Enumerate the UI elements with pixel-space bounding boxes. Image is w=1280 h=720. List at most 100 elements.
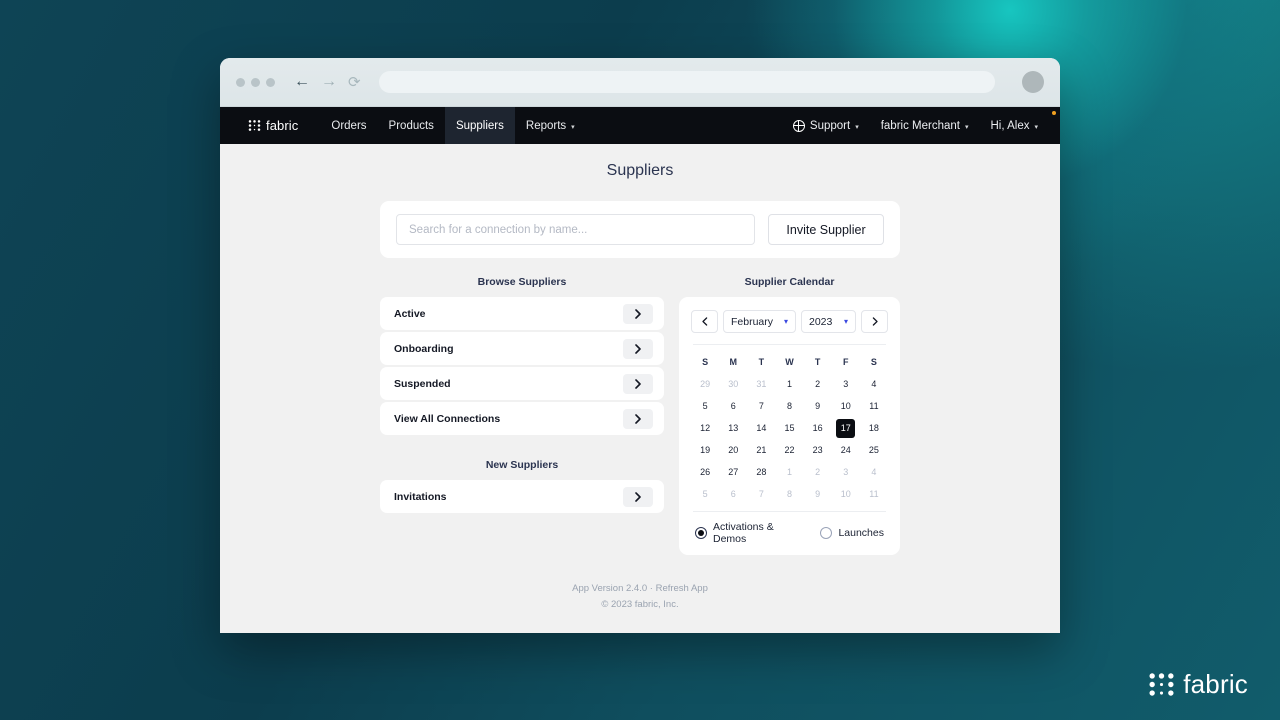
- calendar-day[interactable]: 11: [860, 395, 888, 417]
- page-body: Suppliers Invite Supplier Browse Supplie…: [220, 144, 1060, 633]
- calendar-day[interactable]: 5: [691, 483, 719, 505]
- chevron-right-icon: [634, 378, 641, 389]
- minimize-window-icon[interactable]: [251, 77, 260, 87]
- calendar-day[interactable]: 5: [691, 395, 719, 417]
- close-window-icon[interactable]: [236, 77, 245, 87]
- search-input[interactable]: [396, 214, 755, 245]
- calendar-day[interactable]: 23: [804, 439, 832, 461]
- list-item-label: Active: [394, 307, 426, 320]
- calendar-day[interactable]: 2: [804, 461, 832, 483]
- notification-dot: [1052, 111, 1056, 115]
- arrow-right-icon[interactable]: →: [321, 74, 337, 90]
- calendar-dow-header: T: [758, 357, 765, 367]
- calendar-day[interactable]: 11: [860, 483, 888, 505]
- calendar-day[interactable]: 12: [691, 417, 719, 439]
- refresh-app-link[interactable]: Refresh App: [656, 583, 708, 594]
- nav-item-orders[interactable]: Orders: [320, 107, 377, 144]
- footer-copyright: © 2023 fabric, Inc.: [601, 599, 679, 610]
- nav-item-label: Orders: [331, 119, 367, 132]
- browse-item-onboarding[interactable]: Onboarding: [380, 332, 664, 365]
- calendar-day[interactable]: 2: [804, 373, 832, 395]
- calendar-day[interactable]: 9: [804, 395, 832, 417]
- calendar-day[interactable]: 27: [719, 461, 747, 483]
- calendar-day[interactable]: 1: [775, 461, 803, 483]
- calendar-column: Supplier Calendar February ▾ 2023 ▾ S M …: [679, 276, 900, 555]
- nav-merchant-menu[interactable]: fabric Merchant ▾: [881, 120, 969, 132]
- calendar-day[interactable]: 31: [747, 373, 775, 395]
- calendar-day[interactable]: 7: [747, 483, 775, 505]
- chevron-down-icon: ▾: [1034, 123, 1038, 131]
- calendar-day[interactable]: 3: [832, 461, 860, 483]
- calendar-day[interactable]: 4: [860, 373, 888, 395]
- calendar-day[interactable]: 10: [832, 483, 860, 505]
- calendar-radio-option[interactable]: Launches: [820, 527, 884, 539]
- browse-item-view-all-connections[interactable]: View All Connections: [380, 402, 664, 435]
- calendar-day[interactable]: 10: [832, 395, 860, 417]
- nav-item-reports[interactable]: Reports ▾: [515, 107, 586, 144]
- chevron-down-icon: ▾: [571, 123, 575, 131]
- chevron-right-button[interactable]: [623, 408, 653, 429]
- chevron-right-button[interactable]: [623, 373, 653, 394]
- calendar-day[interactable]: 9: [804, 483, 832, 505]
- calendar-day[interactable]: 14: [747, 417, 775, 439]
- chevron-right-icon: [634, 491, 641, 502]
- calendar-day[interactable]: 18: [860, 417, 888, 439]
- calendar-day[interactable]: 21: [747, 439, 775, 461]
- calendar-day[interactable]: 13: [719, 417, 747, 439]
- calendar-dow-header: S: [870, 357, 877, 367]
- calendar-day[interactable]: 8: [775, 395, 803, 417]
- chevron-right-button[interactable]: [623, 338, 653, 359]
- browser-nav-arrows: ← → ⟳: [294, 74, 361, 90]
- nav-item-suppliers[interactable]: Suppliers: [444, 107, 515, 144]
- calendar-day[interactable]: 16: [804, 417, 832, 439]
- calendar-dow-header: W: [785, 357, 794, 367]
- profile-avatar-icon[interactable]: [1022, 71, 1044, 93]
- browse-item-active[interactable]: Active: [380, 297, 664, 330]
- calendar-month-select[interactable]: February ▾: [723, 310, 796, 333]
- nav-item-products[interactable]: Products: [378, 107, 445, 144]
- calendar-day[interactable]: 24: [832, 439, 860, 461]
- calendar-day[interactable]: 29: [691, 373, 719, 395]
- chevron-right-icon: [634, 413, 641, 424]
- browser-window: ← → ⟳ fabric Orders Products Suppliers R…: [220, 58, 1060, 633]
- app-navbar: fabric Orders Products Suppliers Reports…: [220, 107, 1060, 144]
- nav-merchant-label: fabric Merchant: [880, 119, 960, 132]
- calendar-day[interactable]: 6: [719, 395, 747, 417]
- new-suppliers-item-invitations[interactable]: Invitations: [380, 480, 664, 513]
- calendar-next-month-button[interactable]: [861, 310, 888, 333]
- nav-support-menu[interactable]: Support ▾: [792, 119, 859, 132]
- chevron-right-button[interactable]: [623, 486, 653, 507]
- calendar-prev-month-button[interactable]: [691, 310, 718, 333]
- calendar-divider: [693, 344, 886, 345]
- calendar-day[interactable]: 25: [860, 439, 888, 461]
- calendar-day[interactable]: 30: [719, 373, 747, 395]
- calendar-day[interactable]: 19: [691, 439, 719, 461]
- calendar-day-selected[interactable]: 17: [832, 417, 860, 439]
- maximize-window-icon[interactable]: [266, 77, 275, 87]
- calendar-day[interactable]: 8: [775, 483, 803, 505]
- calendar-day[interactable]: 28: [747, 461, 775, 483]
- chevron-right-button[interactable]: [623, 303, 653, 324]
- corner-fabric-logo-text: fabric: [1183, 669, 1248, 699]
- calendar-radio-option[interactable]: Activations & Demos: [695, 521, 804, 545]
- invite-supplier-button[interactable]: Invite Supplier: [768, 214, 884, 245]
- nav-user-menu[interactable]: Hi, Alex ▾: [990, 120, 1038, 132]
- calendar-day[interactable]: 15: [775, 417, 803, 439]
- calendar-day[interactable]: 6: [719, 483, 747, 505]
- calendar-day[interactable]: 20: [719, 439, 747, 461]
- calendar-day[interactable]: 7: [747, 395, 775, 417]
- calendar-day[interactable]: 4: [860, 461, 888, 483]
- calendar-year-select[interactable]: 2023 ▾: [801, 310, 856, 333]
- arrow-left-icon[interactable]: ←: [294, 74, 310, 90]
- fabric-logo[interactable]: fabric: [248, 107, 320, 144]
- browse-item-suspended[interactable]: Suspended: [380, 367, 664, 400]
- calendar-day[interactable]: 26: [691, 461, 719, 483]
- radio-selected-icon: [695, 527, 707, 539]
- reload-icon[interactable]: ⟳: [348, 75, 361, 90]
- fabric-dotmark-icon: [1149, 673, 1174, 696]
- calendar-day[interactable]: 3: [832, 373, 860, 395]
- chevron-down-icon: ▾: [855, 123, 859, 131]
- browser-url-bar[interactable]: [378, 71, 995, 93]
- calendar-day[interactable]: 1: [775, 373, 803, 395]
- calendar-day[interactable]: 22: [775, 439, 803, 461]
